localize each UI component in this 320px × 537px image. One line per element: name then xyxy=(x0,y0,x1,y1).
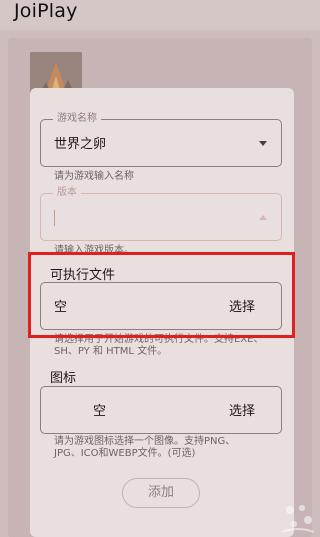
executable-helper-line2: SH、PY 和 HTML 文件。 xyxy=(54,346,168,357)
icon-helper-line2: JPG、ICO和WEBP文件。(可选) xyxy=(54,448,196,459)
executable-select-button[interactable]: 选择 xyxy=(229,296,255,315)
icon-select-button[interactable]: 选择 xyxy=(229,400,255,419)
executable-title: 可执行文件 xyxy=(50,268,116,283)
game-name-label: 游戏名称 xyxy=(53,112,101,126)
executable-picker[interactable]: 空 选择 xyxy=(40,282,282,330)
game-name-field[interactable]: 游戏名称 世界之卵 xyxy=(40,112,282,167)
dropdown-arrow-icon[interactable] xyxy=(259,141,267,146)
executable-helper: 请选择用于开始游戏的可执行文件。支持EXE、 SH、PY 和 HTML 文件。 xyxy=(54,334,264,358)
icon-picker[interactable]: 空 选择 xyxy=(40,386,282,434)
executable-value: 空 xyxy=(54,300,68,315)
executable-helper-line1: 请选择用于开始游戏的可执行文件。支持EXE、 xyxy=(54,334,264,345)
icon-helper: 请为游戏图标选择一个图像。支持PNG、 JPG、ICO和WEBP文件。(可选) xyxy=(54,436,235,460)
text-caret xyxy=(54,210,55,226)
app-title: JoiPlay xyxy=(14,0,78,22)
watermark-icon xyxy=(281,505,315,533)
version-field[interactable]: 版本 xyxy=(40,186,282,241)
game-name-value[interactable]: 世界之卵 xyxy=(54,133,106,152)
icon-helper-line1: 请为游戏图标选择一个图像。支持PNG、 xyxy=(54,436,236,447)
add-button[interactable]: 添加 xyxy=(122,478,200,508)
app-bar: JoiPlay xyxy=(0,0,320,30)
version-helper: 请输入游戏版本。 xyxy=(54,245,134,256)
dropdown-arrow-icon[interactable] xyxy=(259,215,267,220)
version-label: 版本 xyxy=(53,186,81,200)
icon-title: 图标 xyxy=(50,371,77,386)
icon-value: 空 xyxy=(93,404,107,419)
game-name-helper: 请为游戏输入名称 xyxy=(54,171,134,182)
